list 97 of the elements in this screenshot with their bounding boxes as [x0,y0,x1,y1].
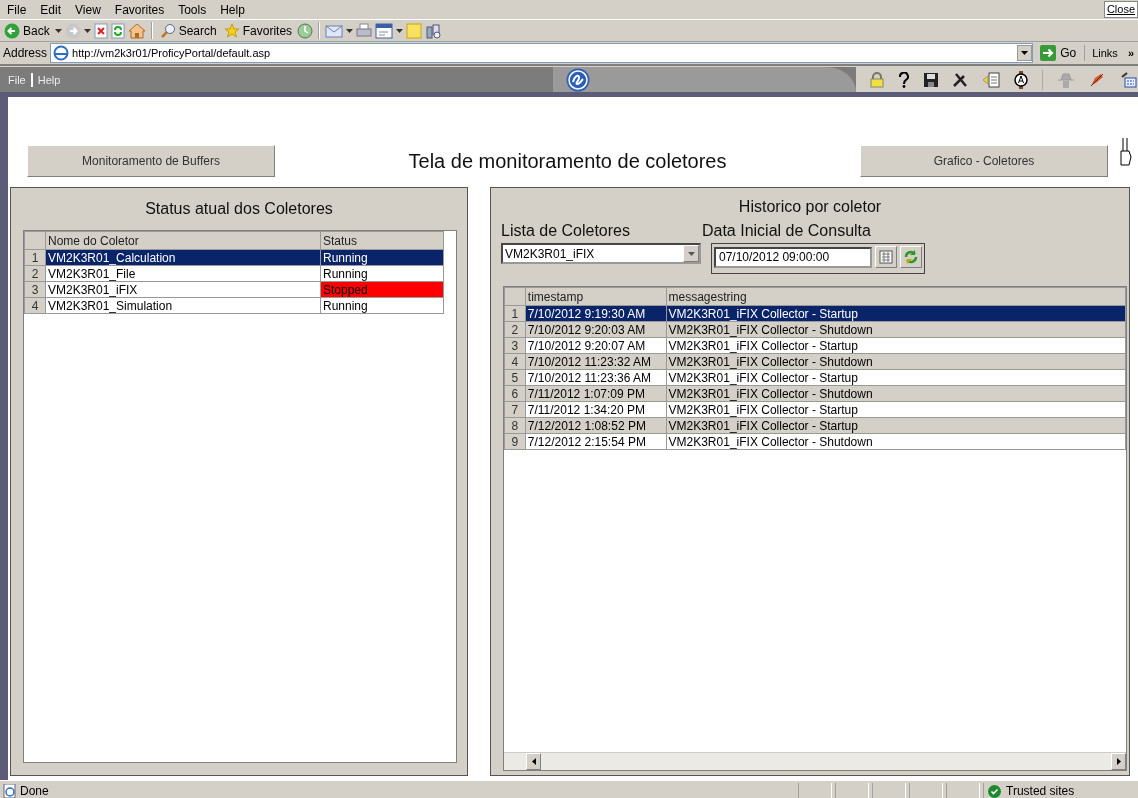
table-row[interactable]: 9 7/12/2012 2:15:54 PM VM2K3R01_iFIX Collector - Shutdown [504,433,1126,450]
panel-title: Status atual dos Coletores [144,200,334,218]
column-header[interactable]: messagestring [666,287,1126,306]
status-pane [872,782,906,798]
left-arrow-icon[interactable] [531,758,536,765]
table-cell: 7/11/2012 1:34:20 PM [525,401,666,418]
back-icon [4,22,20,39]
back-button[interactable]: Back [2,22,52,39]
table-row[interactable]: 6 7/11/2012 1:07:09 PM VM2K3R01_iFIX Collector - Shutdown [504,385,1126,402]
horizontal-scrollbar[interactable] [504,752,1126,770]
search-icon [159,22,176,39]
table-cell: VM2K3R01_iFIX Collector - Startup [666,401,1126,418]
table-row[interactable]: 2 VM2K3R01_File Running [24,265,444,282]
collector-dropdown[interactable]: VM2K3R01_iFIX [501,243,701,264]
dropdown-caret-icon [346,28,354,33]
refresh-icon [903,249,919,265]
dropdown-caret-icon [396,28,404,33]
exit-icon[interactable] [982,71,1000,88]
address-label: Address [3,46,48,60]
table-cell: VM2K3R01_iFIX Collector - Startup [666,369,1126,386]
status-pane [909,782,943,798]
chart-button[interactable]: Grafico - Coletores [860,145,1108,177]
table-cell: 7/12/2012 2:15:54 PM [525,433,666,450]
menu-item[interactable]: Favorites [107,2,172,17]
table-cell: VM2K3R01_File [45,265,321,282]
refresh-button[interactable] [900,246,922,268]
menu-item[interactable]: File [8,73,26,86]
links-button[interactable]: Links » [1088,47,1138,59]
table-row[interactable]: 2 7/10/2012 9:20:03 AM VM2K3R01_iFIX Collector - Shutdown [504,321,1126,338]
table-row[interactable]: 8 7/12/2012 1:08:52 PM VM2K3R01_iFIX Collector - Startup [504,417,1126,434]
menu-item[interactable]: Help [213,2,252,17]
caret-icon [1021,51,1029,55]
arrow-icon [1040,45,1057,61]
favorites-button[interactable]: Favorites [221,22,295,39]
dropdown-button[interactable] [1017,45,1033,61]
status-pane [946,782,980,798]
table-row[interactable]: 4 VM2K3R01_Simulation Running [24,297,444,314]
table-row[interactable]: 7 7/11/2012 1:34:20 PM VM2K3R01_iFIX Collector - Startup [504,401,1126,418]
dropdown-caret-icon [54,28,62,33]
date-field[interactable]: 07/10/2012 09:00:00 [714,246,872,268]
table-cell: VM2K3R01_iFIX [45,281,321,298]
status-pane [798,782,832,798]
help-icon[interactable] [898,71,910,88]
table-cell: VM2K3R01_iFIX Collector - Startup [666,337,1126,354]
menu-item[interactable]: Tools [171,2,214,17]
status-text: Done [20,784,49,798]
calculator-icon[interactable] [1121,71,1137,88]
table-row[interactable]: 1 VM2K3R01_Calculation Running [24,249,444,266]
column-header[interactable]: Status [320,231,444,250]
save-icon[interactable] [924,72,938,87]
table-row[interactable]: 4 7/10/2012 11:23:32 AM VM2K3R01_iFIX Collector - Shutdown [504,353,1126,370]
calendar-icon [879,250,893,264]
menu-item[interactable]: File [0,2,34,17]
history-icon[interactable] [297,22,314,39]
table-cell: 7/10/2012 11:23:36 AM [525,369,666,386]
address-field[interactable]: http://vm2k3r01/ProficyPortal/default.asp [50,43,1034,63]
page-icon [53,45,70,61]
buffers-button[interactable]: Monitoramento de Buffers [27,145,275,177]
table-row[interactable]: 5 7/10/2012 11:23:36 AM VM2K3R01_iFIX Collector - Startup [504,369,1126,386]
column-header[interactable]: Nome do Coletor [45,231,321,250]
go-button[interactable]: Go [1036,45,1086,61]
badge-icon[interactable] [1014,70,1028,89]
right-arrow-icon[interactable] [1116,758,1121,765]
refresh-icon[interactable] [110,22,125,39]
menu-item[interactable]: Help [37,73,61,86]
home-icon[interactable] [127,22,146,39]
screen-title: Tela de monitoramento de coletores [407,149,728,173]
edit-icon[interactable] [375,22,394,39]
zone-text: Trusted sites [1006,784,1075,798]
lock-icon[interactable] [870,71,884,88]
field-label: Data Inicial de Consulta [701,222,871,240]
star-icon [223,22,240,39]
dropdown-caret-icon [83,28,91,33]
menu-item[interactable]: View [68,2,108,17]
panel-title: Historico por coletor [737,198,883,216]
people-icon[interactable] [425,22,442,39]
menu-item[interactable]: Edit [33,2,69,17]
pointer-icon [1118,137,1132,167]
column-header[interactable]: timestamp [525,287,666,306]
status-pane [835,782,869,798]
caret-icon [687,251,695,256]
close-link[interactable]: Close [1103,1,1138,18]
search-button[interactable]: Search [157,22,219,39]
logo-icon[interactable] [566,67,590,92]
table-row[interactable]: 3 VM2K3R01_iFIX Stopped [24,281,444,298]
table-cell: VM2K3R01_iFIX Collector - Shutdown [666,433,1126,450]
field-label: Lista de Coletores [501,222,630,240]
page-icon [3,784,17,798]
mail-icon[interactable] [325,23,344,38]
table-cell: VM2K3R01_Simulation [45,297,321,314]
table-row[interactable]: 3 7/10/2012 9:20:07 AM VM2K3R01_iFIX Collector - Startup [504,337,1126,354]
calendar-button[interactable] [875,246,897,268]
check-icon [988,784,1001,798]
print-icon[interactable] [356,22,373,39]
table-row[interactable]: 1 7/10/2012 9:19:30 AM VM2K3R01_iFIX Collector - Startup [504,305,1126,322]
table-cell: 7/10/2012 9:20:07 AM [525,337,666,354]
stop-icon[interactable] [93,22,108,39]
